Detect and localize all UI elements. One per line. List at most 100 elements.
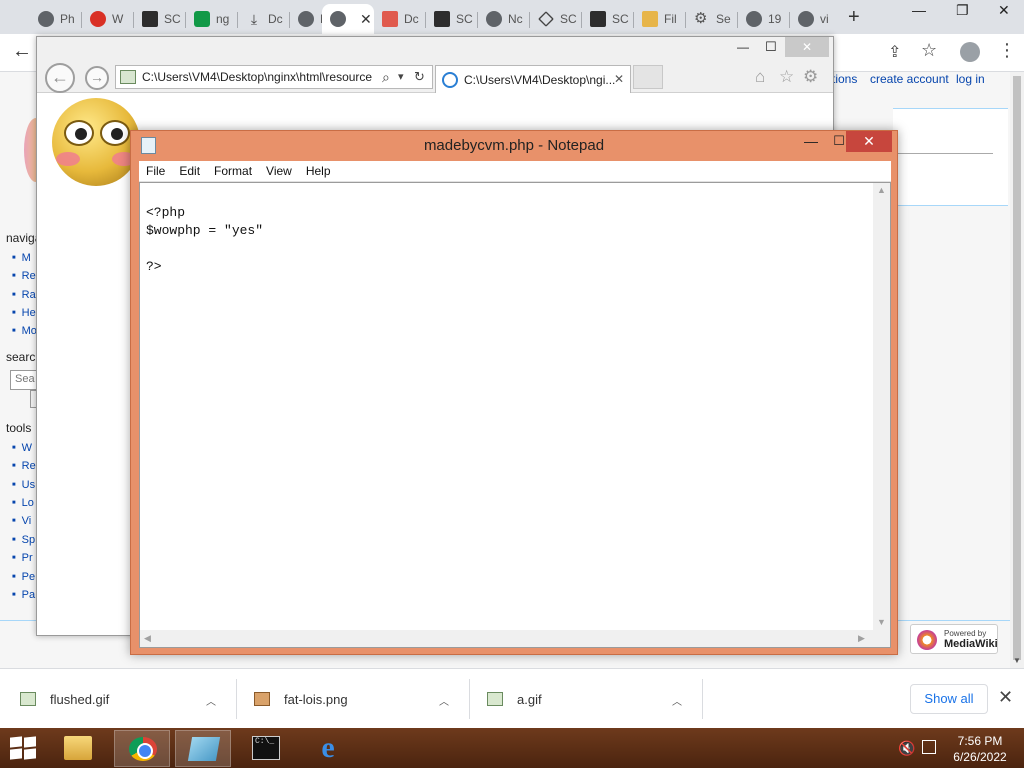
taskbar-file-explorer[interactable] [50, 730, 106, 767]
menu-help[interactable]: Help [299, 164, 338, 178]
volume-muted-icon[interactable]: 🔇 [898, 740, 915, 757]
tab-dc-2[interactable]: Dc [374, 4, 426, 34]
scroll-left-icon[interactable]: ◀ [144, 633, 151, 644]
scroll-up-icon[interactable]: ▲ [877, 185, 886, 195]
tab-ph[interactable]: Ph [30, 4, 82, 34]
tools-link[interactable]: Pr [12, 549, 36, 567]
gif-file-icon [487, 692, 503, 706]
tab-dc-1[interactable]: ⤓ Dc [238, 4, 290, 34]
menu-format[interactable]: Format [207, 164, 259, 178]
tab-vi[interactable]: vi [790, 4, 842, 34]
download-shelf: flushed.gif ︿ fat-lois.png ︿ a.gif ︿ Sho… [0, 668, 1024, 728]
settings-gear-icon[interactable]: ⚙ [803, 67, 818, 87]
back-arrow-icon[interactable]: ← [12, 40, 32, 63]
notepad-vertical-scrollbar[interactable]: ▲ ▼ [873, 183, 890, 631]
tools-link[interactable]: Pa [12, 586, 36, 604]
notepad-horizontal-scrollbar[interactable]: ◀ ▶ [140, 630, 873, 647]
download-item[interactable]: a.gif [487, 679, 542, 719]
search-icon[interactable]: ⌕ [380, 69, 390, 86]
log-in-link[interactable]: log in [956, 72, 985, 86]
tools-link[interactable]: Re [12, 457, 36, 475]
tools-link[interactable]: Sp [12, 531, 36, 549]
nav-link[interactable]: M [12, 249, 37, 267]
diamond-icon [538, 11, 554, 27]
show-all-downloads-button[interactable]: Show all [910, 684, 988, 714]
tab-w[interactable]: W [82, 4, 134, 34]
close-tab-icon[interactable]: ✕ [360, 11, 372, 28]
tab-active[interactable]: ✕ [322, 4, 374, 34]
tab-sc-1[interactable]: SC [134, 4, 186, 34]
download-item[interactable]: fat-lois.png [254, 679, 348, 719]
notepad-app-icon[interactable] [141, 137, 156, 154]
favorites-star-icon[interactable]: ☆ [779, 67, 794, 87]
chevron-up-icon[interactable]: ︿ [206, 693, 216, 708]
menu-file[interactable]: File [139, 164, 172, 178]
home-icon[interactable]: ⌂ [755, 67, 765, 87]
windows-start-icon[interactable] [10, 736, 38, 761]
taskbar-chrome[interactable] [114, 730, 170, 767]
tab-label: Nc [508, 12, 523, 26]
chrome-menu-icon[interactable]: ⋮ [998, 40, 1016, 61]
tools-link[interactable]: W [12, 439, 36, 457]
tools-link[interactable]: Vi [12, 512, 36, 530]
notepad-minimize-button[interactable]: — [797, 133, 825, 153]
bookmark-star-icon[interactable]: ☆ [921, 40, 937, 61]
create-account-link[interactable]: create account [870, 72, 949, 86]
tab-se[interactable]: ⚙ Se [686, 4, 738, 34]
tab-sc-3[interactable]: SC [530, 4, 582, 34]
menu-edit[interactable]: Edit [172, 164, 207, 178]
ie-tab[interactable]: C:\Users\VM4\Desktop\ngi... ✕ [435, 65, 631, 93]
ie-address-bar[interactable]: C:\Users\VM4\Desktop\nginx\html\resource… [115, 65, 433, 89]
chevron-up-icon[interactable]: ︿ [439, 693, 449, 708]
notepad-text-area[interactable]: <?php $wowphp = "yes" ?> ▲ ▼ ◀ ▶ [139, 182, 891, 648]
tab-fil[interactable]: Fil [634, 4, 686, 34]
close-tab-icon[interactable]: ✕ [614, 72, 624, 86]
tab-nc[interactable]: Nc [478, 4, 530, 34]
nav-link[interactable]: Mo [12, 322, 37, 340]
ie-new-tab-button[interactable] [633, 65, 663, 89]
ie-minimize-button[interactable]: — [737, 40, 749, 54]
ie-back-button[interactable]: ← [45, 63, 75, 93]
chrome-minimize-button[interactable]: — [912, 2, 926, 18]
tools-link[interactable]: Pe [12, 568, 36, 586]
chrome-page-scrollbar[interactable]: ▼ [1010, 72, 1024, 668]
tools-link[interactable]: Lo [12, 494, 36, 512]
notepad-close-button[interactable]: ✕ [846, 131, 892, 152]
ie-close-button[interactable]: ✕ [785, 37, 829, 57]
close-download-shelf-icon[interactable]: ✕ [998, 687, 1013, 708]
refresh-icon[interactable]: ↻ [414, 69, 425, 85]
tab-sc-4[interactable]: SC [582, 4, 634, 34]
profile-avatar[interactable] [960, 42, 980, 62]
tab-ng[interactable]: ng [186, 4, 238, 34]
download-item[interactable]: flushed.gif [20, 679, 109, 719]
chevron-up-icon[interactable]: ︿ [672, 693, 682, 708]
nav-link[interactable]: Re [12, 267, 37, 285]
tab-19[interactable]: 19 [738, 4, 790, 34]
nav-link[interactable]: He [12, 304, 37, 322]
taskbar-notepad[interactable] [175, 730, 231, 767]
ie-forward-button[interactable]: → [85, 66, 109, 90]
tab-sc-2[interactable]: SC [426, 4, 478, 34]
ie-tab-title: C:\Users\VM4\Desktop\ngi... [464, 72, 616, 87]
scroll-right-icon[interactable]: ▶ [858, 633, 865, 644]
nav-link[interactable]: Ra [12, 286, 37, 304]
notepad-content: <?php $wowphp = "yes" ?> [146, 205, 264, 274]
chevron-down-icon[interactable]: ▾ [398, 70, 404, 83]
network-icon[interactable] [922, 740, 936, 754]
tools-link[interactable]: Us [12, 476, 36, 494]
new-tab-button[interactable]: + [848, 6, 860, 29]
scroll-down-icon[interactable]: ▼ [1013, 656, 1021, 665]
wiki-link-contributions[interactable]: tions [832, 72, 857, 86]
share-icon[interactable]: ⇪ [888, 42, 901, 62]
chrome-close-button[interactable]: ✕ [998, 2, 1010, 19]
taskbar-command-prompt[interactable]: C:\_ [238, 730, 294, 767]
taskbar-internet-explorer[interactable]: e [300, 730, 356, 767]
menu-view[interactable]: View [259, 164, 299, 178]
chrome-maximize-button[interactable]: ❐ [956, 2, 969, 19]
resize-grip[interactable] [873, 630, 890, 647]
ie-maximize-button[interactable]: ☐ [765, 39, 777, 55]
chrome-icon [129, 737, 157, 761]
powered-by-mediawiki-badge[interactable]: Powered by MediaWiki [910, 624, 998, 654]
system-clock[interactable]: 7:56 PM 6/26/2022 [948, 733, 1012, 765]
scroll-down-icon[interactable]: ▼ [877, 617, 886, 627]
